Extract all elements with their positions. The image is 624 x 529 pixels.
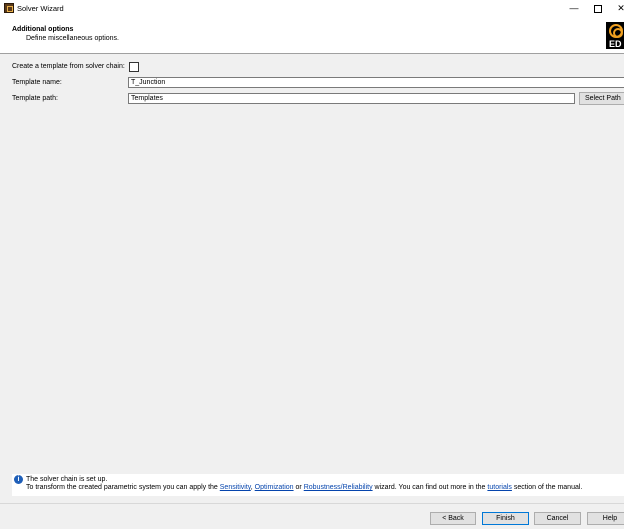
template-path-label: Template path:: [12, 95, 58, 102]
info-sep-or: or: [295, 484, 302, 491]
maximize-icon: [594, 5, 602, 13]
page-subtitle: Define miscellaneous options.: [26, 35, 119, 42]
footer-divider: [0, 503, 624, 504]
logo-rings-icon: [609, 24, 623, 38]
info-hint-text: To transform the created parametric syst…: [26, 484, 582, 491]
cancel-button[interactable]: Cancel: [534, 512, 581, 525]
info-hint-suffix: section of the manual.: [513, 484, 583, 491]
template-name-label: Template name:: [12, 79, 62, 86]
logo: ED: [606, 22, 624, 49]
sensitivity-link[interactable]: Sensitivity: [220, 484, 251, 491]
app-icon: [4, 3, 14, 13]
template-name-input[interactable]: T_Junction: [128, 77, 624, 88]
window-title: Solver Wizard: [17, 4, 64, 13]
minimize-button[interactable]: —: [567, 2, 581, 15]
wizard-header: Additional options Define miscellaneous …: [0, 17, 624, 54]
tutorials-link[interactable]: tutorials: [487, 484, 512, 491]
create-template-label: Create a template from solver chain:: [12, 63, 125, 70]
info-hint-prefix: To transform the created parametric syst…: [26, 484, 218, 491]
optimization-link[interactable]: Optimization: [255, 484, 294, 491]
info-sep-comma: ,: [250, 484, 253, 491]
select-path-button[interactable]: Select Path: [579, 92, 624, 105]
back-button[interactable]: < Back: [430, 512, 476, 525]
info-hint-mid: wizard. You can find out more in the: [374, 484, 486, 491]
logo-text: ED: [609, 39, 622, 49]
close-button[interactable]: ✕: [614, 2, 624, 15]
maximize-button[interactable]: [591, 2, 605, 15]
finish-button[interactable]: Finish: [482, 512, 529, 525]
page-title: Additional options: [12, 26, 74, 33]
info-panel: i The solver chain is set up. To transfo…: [12, 474, 624, 496]
info-icon: i: [14, 475, 23, 484]
template-path-input[interactable]: Templates: [128, 93, 575, 104]
info-status-text: The solver chain is set up.: [26, 476, 108, 483]
title-bar: Solver Wizard — ✕: [0, 0, 624, 17]
create-template-checkbox[interactable]: [129, 62, 139, 72]
robustness-link[interactable]: Robustness/Reliability: [304, 484, 373, 491]
help-button[interactable]: Help: [587, 512, 624, 525]
